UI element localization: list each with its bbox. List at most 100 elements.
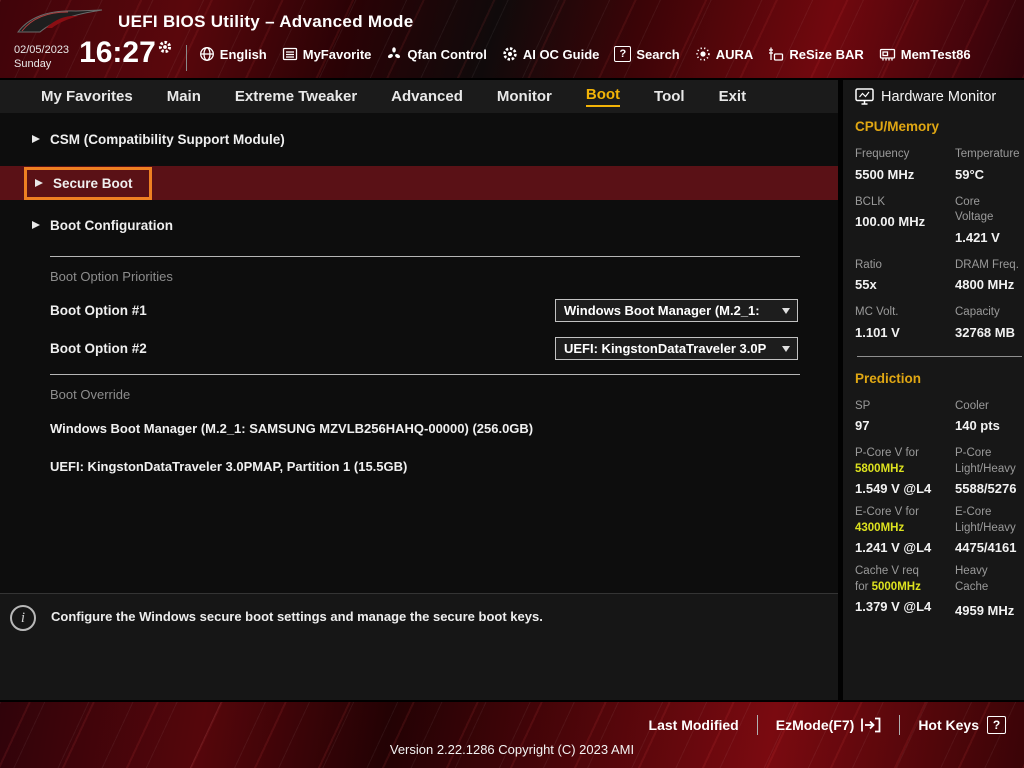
metric-label: E-Core [955,505,1020,521]
menu-entry-secure-boot[interactable]: Secure Boot [0,166,838,200]
chevron-right-icon [35,179,43,187]
toolbar-item-aura[interactable]: AURA [695,46,754,62]
version-text: Version 2.22.1286 Copyright (C) 2023 AMI [0,742,1024,757]
toolbar-item-qfan-control[interactable]: Qfan Control [386,46,486,62]
metric-value: 100.00 MHz [855,214,951,229]
monitor-cell: MC Volt. 1.101 V [855,305,955,340]
toolbar-label: ReSize BAR [789,47,863,62]
toolbar-item-resize-bar[interactable]: ReSize BAR [768,46,863,62]
metric-value: 1.241 V @L4 [855,540,951,555]
monitor-row: Cache V req for 5000MHz 1.379 V @L4 Heav… [855,564,1024,618]
hotkeys-help-icon: ? [987,716,1006,734]
monitor-cell: P-Core Light/Heavy 5588/5276 [955,446,1024,496]
menu-entry-boot-configuration[interactable]: Boot Configuration [0,208,838,242]
section-title-boot-override: Boot Override [50,387,838,402]
toolbar-label: AI OC Guide [523,47,600,62]
gear-icon[interactable] [158,40,172,54]
ezmode-button[interactable]: EzMode(F7) [776,717,882,733]
tab-advanced[interactable]: Advanced [374,80,480,113]
toolbar-item-language[interactable]: English [199,46,267,62]
boot-override-entry-uefi-usb[interactable]: UEFI: KingstonDataTraveler 3.0PMAP, Part… [50,459,838,474]
monitor-cell: Heavy Cache 4959 MHz [955,564,1024,618]
divider [757,715,758,735]
monitor-cell: E-Core V for 4300MHz 1.241 V @L4 [855,505,955,555]
tab-tool[interactable]: Tool [637,80,702,113]
metric-value: 32768 MB [955,325,1020,340]
metric-label: Ratio [855,258,951,274]
boot-option-2-dropdown[interactable]: UEFI: KingstonDataTraveler 3.0P [555,337,798,360]
tab-monitor[interactable]: Monitor [480,80,569,113]
bottom-banner: Last Modified EzMode(F7) Hot Keys ? Ver [0,700,1024,768]
metric-label: Frequency [855,147,951,163]
metric-value: 1.549 V @L4 [855,481,951,496]
metric-label: DRAM Freq. [955,258,1020,274]
monitor-cell: P-Core V for 5800MHz 1.549 V @L4 [855,446,955,496]
tab-label: Main [167,88,201,105]
monitor-row: Frequency 5500 MHz Temperature 59°C [855,147,1024,182]
left-column: My Favorites Main Extreme Tweaker Advanc… [0,80,838,700]
hardware-monitor-header: Hardware Monitor [855,88,1024,105]
monitor-cell: Capacity 32768 MB [955,305,1024,340]
monitor-cell: DRAM Freq. 4800 MHz [955,258,1024,293]
toolbar-item-memtest86[interactable]: MemTest86 [879,46,971,62]
toolbar-item-ai-oc-guide[interactable]: AI OC Guide [502,46,600,62]
metric-value: 1.101 V [855,325,951,340]
dropdown-value: UEFI: KingstonDataTraveler 3.0P [564,341,766,356]
monitor-cell: BCLK 100.00 MHz [855,195,955,245]
monitor-cell: Core Voltage 1.421 V [955,195,1024,245]
tab-exit[interactable]: Exit [702,80,764,113]
toolbar-label: Search [636,47,679,62]
toolbar-item-search[interactable]: ? Search [614,46,679,62]
hotkeys-label: Hot Keys [918,717,979,733]
top-banner: UEFI BIOS Utility – Advanced Mode 02/05/… [0,0,1024,80]
metric-label: P-Core [955,446,1020,462]
toolbar-label: MemTest86 [901,47,971,62]
tab-my-favorites[interactable]: My Favorites [24,80,150,113]
rog-logo-icon [16,7,104,37]
menu-entry-csm[interactable]: CSM (Compatibility Support Module) [0,122,838,156]
metric-label: Temperature [955,147,1020,163]
metric-value: 4959 MHz [955,603,1020,618]
monitor-cell: Cache V req for 5000MHz 1.379 V @L4 [855,564,955,618]
chevron-down-icon [782,308,790,314]
boot-option-1-dropdown[interactable]: Windows Boot Manager (M.2_1: [555,299,798,322]
separator [50,374,800,375]
monitor-cell: Frequency 5500 MHz [855,147,955,182]
metric-value: 140 pts [955,418,1020,433]
date-block: 02/05/2023 Sunday [14,43,69,72]
divider [899,715,900,735]
hardware-monitor-panel: Hardware Monitor CPU/Memory Frequency 55… [838,80,1024,700]
tab-label: Extreme Tweaker [235,88,357,105]
chevron-right-icon [32,221,40,229]
tab-boot[interactable]: Boot [569,80,637,113]
tab-main[interactable]: Main [150,80,218,113]
last-modified-button[interactable]: Last Modified [649,717,739,733]
section-title-prediction: Prediction [855,371,1024,386]
tab-label: Tool [654,88,685,105]
dropdown-value: Windows Boot Manager (M.2_1: [564,303,760,318]
qfan-icon [386,46,402,62]
metric-label: BCLK [855,195,951,211]
section-title-cpu-memory: CPU/Memory [855,119,1024,134]
boot-override-entry-windows[interactable]: Windows Boot Manager (M.2_1: SAMSUNG MZV… [50,421,838,436]
info-icon: i [10,605,36,631]
metric-value: 1.379 V @L4 [855,599,951,614]
metric-label-highlight: 5000MHz [872,581,921,593]
toolbar-item-myfavorite[interactable]: MyFavorite [282,46,372,62]
tab-extreme-tweaker[interactable]: Extreme Tweaker [218,80,374,113]
hotkeys-button[interactable]: Hot Keys ? [918,716,1006,734]
monitor-row: SP 97 Cooler 140 pts [855,399,1024,434]
metric-value: 4475/4161 [955,540,1020,555]
myfavorite-icon [282,46,298,62]
boot-option-1-row: Boot Option #1 Windows Boot Manager (M.2… [50,299,798,322]
status-row: 02/05/2023 Sunday 16:27 Engl [0,37,1024,72]
bios-screen: UEFI BIOS Utility – Advanced Mode 02/05/… [0,0,1024,768]
toolbar-label: English [220,47,267,62]
metric-label-highlight: 4300MHz [855,521,951,537]
ezmode-exit-icon [860,717,881,733]
annotation-highlight-box: Secure Boot [24,167,152,200]
monitor-cell: Temperature 59°C [955,147,1024,182]
metric-value: 1.421 V [955,230,1020,245]
tab-label: My Favorites [41,88,133,105]
metric-label: Core Voltage [955,195,1020,226]
